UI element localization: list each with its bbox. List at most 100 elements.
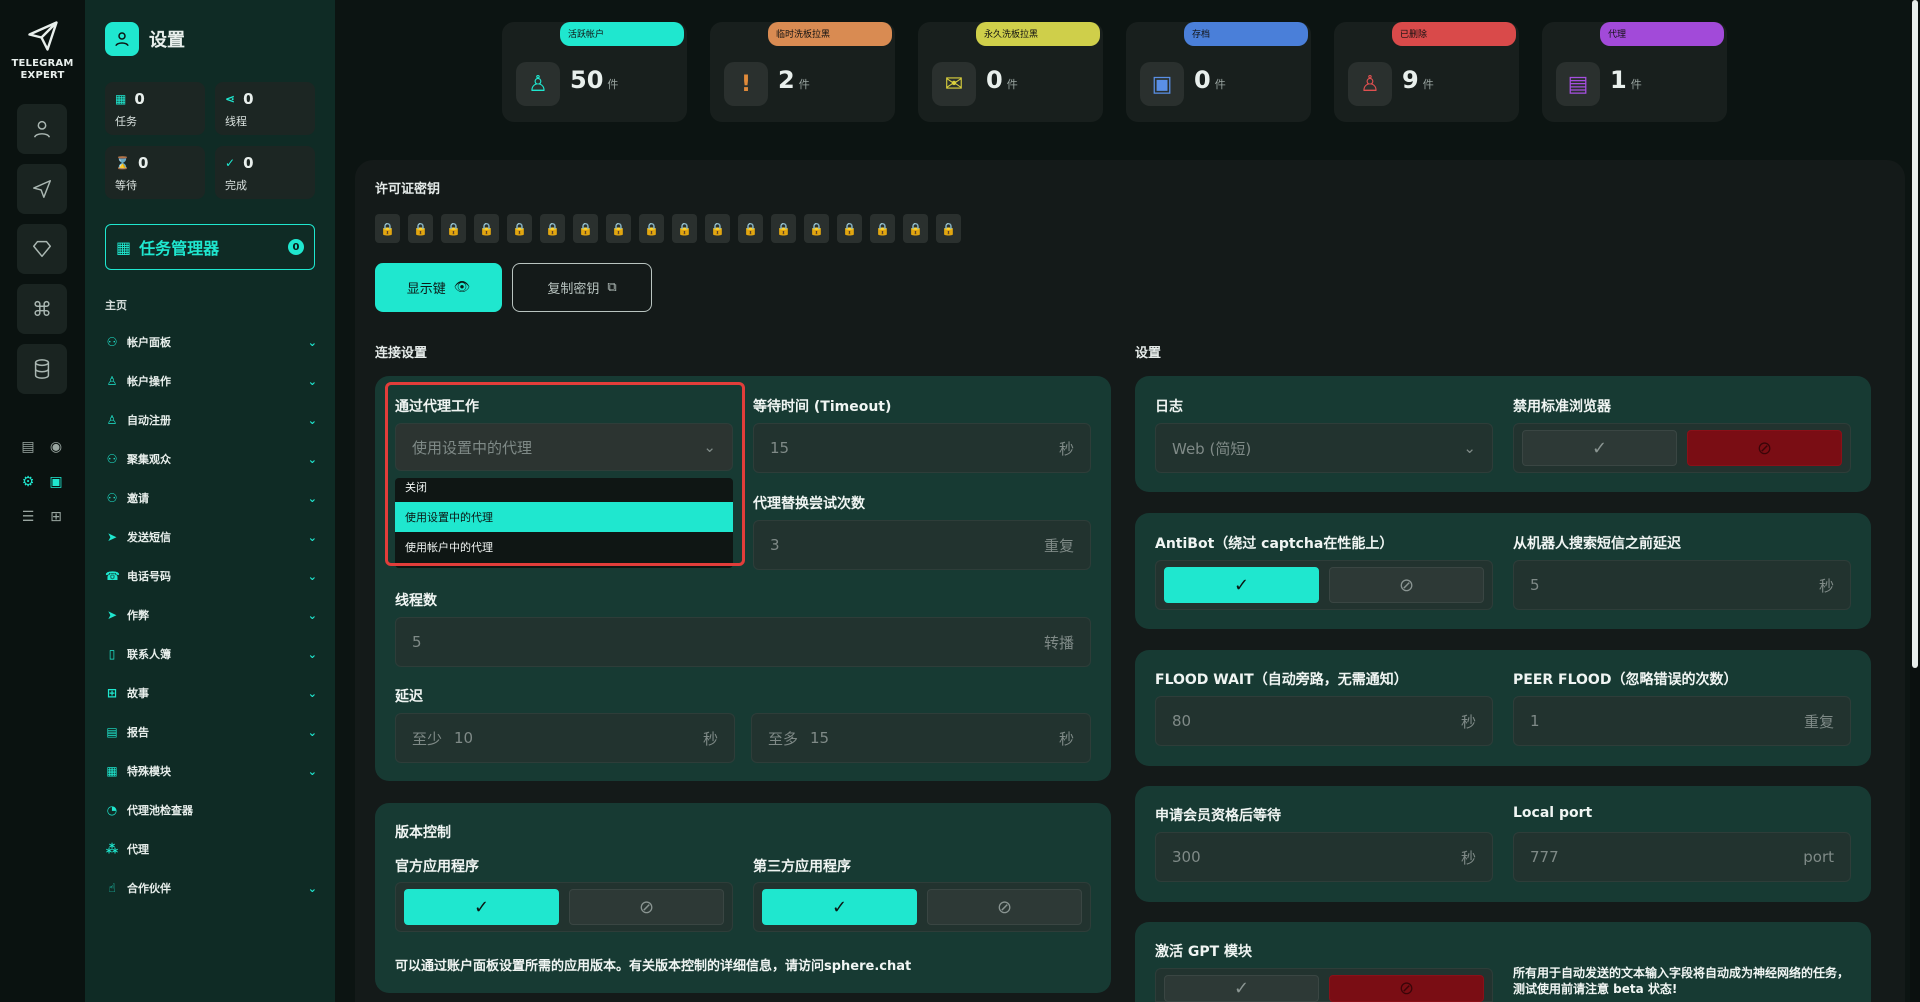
- sidebar-item-14[interactable]: ⁂ 代理: [105, 838, 317, 860]
- status-card-3[interactable]: 永久洗板拉黑 ✉ 0件: [918, 22, 1103, 122]
- sidebar-item-11[interactable]: ▤ 报告 ⌄: [105, 721, 317, 743]
- status-card-1[interactable]: 活跃帐户 ♙ 50 件: [502, 22, 687, 122]
- task-count-badge: 0: [288, 239, 304, 255]
- report-icon: ▤: [106, 725, 118, 739]
- rail-mini-sheet-icon[interactable]: ▤: [17, 436, 39, 458]
- disable-browser-label: 禁用标准浏览器: [1513, 399, 1611, 415]
- check-icon: ✓: [831, 896, 848, 918]
- official-app-on-button[interactable]: ✓: [404, 889, 559, 925]
- retry-input[interactable]: 3 重复: [753, 520, 1091, 570]
- status-card-value: 9件: [1402, 66, 1434, 94]
- sidebar-item-10[interactable]: ⊞ 故事 ⌄: [105, 682, 317, 704]
- gpt-on-button[interactable]: ✓: [1164, 975, 1319, 1002]
- status-card-6[interactable]: 代理 ▤ 1件: [1542, 22, 1727, 122]
- sidebar-item-5[interactable]: ⚇ 邀请 ⌄: [105, 487, 317, 509]
- antibot-on-button[interactable]: ✓: [1164, 567, 1319, 603]
- show-key-button[interactable]: 显示键 👁: [375, 263, 502, 312]
- rail-mini-doc-icon[interactable]: ☰: [17, 506, 39, 528]
- ban-icon: ⊘: [996, 896, 1013, 918]
- scrollbar-thumb[interactable]: [1912, 0, 1918, 668]
- timeout-input[interactable]: 15 秒: [753, 423, 1091, 473]
- lock-icon: 🔒: [672, 214, 697, 243]
- gpt-off-button[interactable]: ⊘: [1329, 975, 1484, 1002]
- sidebar-item-15[interactable]: ☝ 合作伙伴 ⌄: [105, 877, 317, 899]
- peer-flood-input[interactable]: 1 重复: [1513, 696, 1851, 746]
- chevron-down-icon: ⌄: [1463, 439, 1476, 457]
- sidebar-item-6[interactable]: ➤ 发送短信 ⌄: [105, 526, 317, 548]
- sidebar-item-label: 帐户面板: [127, 336, 171, 349]
- rail-database-button[interactable]: [17, 344, 67, 394]
- folder-user-icon: ▣: [1140, 62, 1184, 106]
- chevron-down-icon: ⌄: [307, 569, 317, 583]
- eye-icon: 👁: [453, 280, 471, 295]
- app-logo[interactable]: TELEGRAM EXPERT: [0, 18, 85, 82]
- sidebar-item-7[interactable]: ☎ 电话号码 ⌄: [105, 565, 317, 587]
- bot-delay-input[interactable]: 5秒: [1513, 560, 1851, 610]
- third-app-off-button[interactable]: ⊘: [927, 889, 1082, 925]
- database-icon: [34, 359, 50, 379]
- sidebar-item-12[interactable]: ▦ 特殊模块 ⌄: [105, 760, 317, 782]
- threads-input[interactable]: 5 转播: [395, 617, 1091, 667]
- local-port-input[interactable]: 777 port: [1513, 832, 1851, 882]
- chevron-down-icon: ⌄: [307, 647, 317, 661]
- antibot-label: AntiBot（绕过 captcha在性能上）: [1155, 536, 1394, 552]
- rail-mini-browser-icon[interactable]: ▣: [45, 471, 67, 493]
- sidebar-item-1[interactable]: ⚇ 帐户面板 ⌄: [105, 331, 317, 353]
- lock-icon: 🔒: [639, 214, 664, 243]
- rail-mini-user-pin-icon[interactable]: ◉: [45, 436, 67, 458]
- member-wait-input[interactable]: 300 秒: [1155, 832, 1493, 882]
- sidebar-item-label: 自动注册: [127, 414, 171, 427]
- retry-label: 代理替换尝试次数: [753, 496, 865, 512]
- sidebar-item-label: 邀请: [127, 492, 149, 505]
- status-card-label: 活跃帐户: [560, 22, 684, 46]
- lock-icon: 🔒: [771, 214, 796, 243]
- sidebar-item-label: 合作伙伴: [127, 882, 171, 895]
- status-card-2[interactable]: 临时洗板拉黑 ! 2件: [710, 22, 895, 122]
- delay-min-input[interactable]: 至少 10 秒: [395, 713, 735, 763]
- send-icon: [33, 180, 51, 198]
- user-x-icon: ♙: [1348, 62, 1392, 106]
- sidebar-item-label: 帐户操作: [127, 375, 171, 388]
- flood-wait-input[interactable]: 80 秒: [1155, 696, 1493, 746]
- rail-send-button[interactable]: [17, 164, 67, 214]
- sidebar-item-13[interactable]: ◔ 代理池检查器: [105, 799, 317, 821]
- sidebar-item-4[interactable]: ⚇ 聚集观众 ⌄: [105, 448, 317, 470]
- rail-mini-gear-icon[interactable]: ⚙: [17, 471, 39, 493]
- sidebar-item-9[interactable]: ▯ 联系人簿 ⌄: [105, 643, 317, 665]
- delay-max-input[interactable]: 至多 15 秒: [751, 713, 1091, 763]
- rail-command-button[interactable]: ⌘: [17, 284, 67, 334]
- task-manager-button[interactable]: ▦ 任务管理器 0: [105, 224, 315, 270]
- lock-icon: 🔒: [375, 214, 400, 243]
- sidebar-item-label: 发送短信: [127, 531, 171, 544]
- phone-icon: ☎: [105, 569, 120, 583]
- dropdown-highlight-box: [385, 382, 745, 566]
- sidebar-item-label: 特殊模块: [127, 765, 171, 778]
- chevron-down-icon: ⌄: [307, 608, 317, 622]
- rail-diamond-button[interactable]: [17, 224, 67, 274]
- log-select[interactable]: Web (简短) ⌄: [1155, 423, 1493, 473]
- third-app-on-button[interactable]: ✓: [762, 889, 917, 925]
- sidebar-item-2[interactable]: ♙ 帐户操作 ⌄: [105, 370, 317, 392]
- chevron-down-icon: ⌄: [307, 335, 317, 349]
- gpt-label: 激活 GPT 模块: [1155, 944, 1253, 960]
- chevron-down-icon: ⌄: [307, 413, 317, 427]
- disable-browser-on-button[interactable]: ✓: [1522, 430, 1677, 466]
- official-app-off-button[interactable]: ⊘: [569, 889, 724, 925]
- send-icon: ➤: [106, 530, 118, 544]
- sidebar-item-8[interactable]: ➤ 作弊 ⌄: [105, 604, 317, 626]
- status-card-label: 存档: [1184, 22, 1308, 46]
- rail-mini-grid-icon[interactable]: ⊞: [45, 506, 67, 528]
- disable-browser-off-button[interactable]: ⊘: [1687, 430, 1842, 466]
- check-icon: ✓: [473, 896, 490, 918]
- status-card-4[interactable]: 存档 ▣ 0件: [1126, 22, 1311, 122]
- antibot-off-button[interactable]: ⊘: [1329, 567, 1484, 603]
- rail-user-button[interactable]: [17, 104, 67, 154]
- copy-key-button[interactable]: 复制密钥 ⧉: [512, 263, 652, 312]
- page-scrollbar[interactable]: [1910, 0, 1920, 1002]
- status-card-label: 临时洗板拉黑: [768, 22, 892, 46]
- sidebar-item-3[interactable]: ♙ 自动注册 ⌄: [105, 409, 317, 431]
- status-card-5[interactable]: 已删除 ♙ 9件: [1334, 22, 1519, 122]
- users-icon: ⚇: [106, 335, 118, 349]
- chevron-down-icon: ⌄: [307, 491, 317, 505]
- list-icon: ▦: [115, 92, 127, 106]
